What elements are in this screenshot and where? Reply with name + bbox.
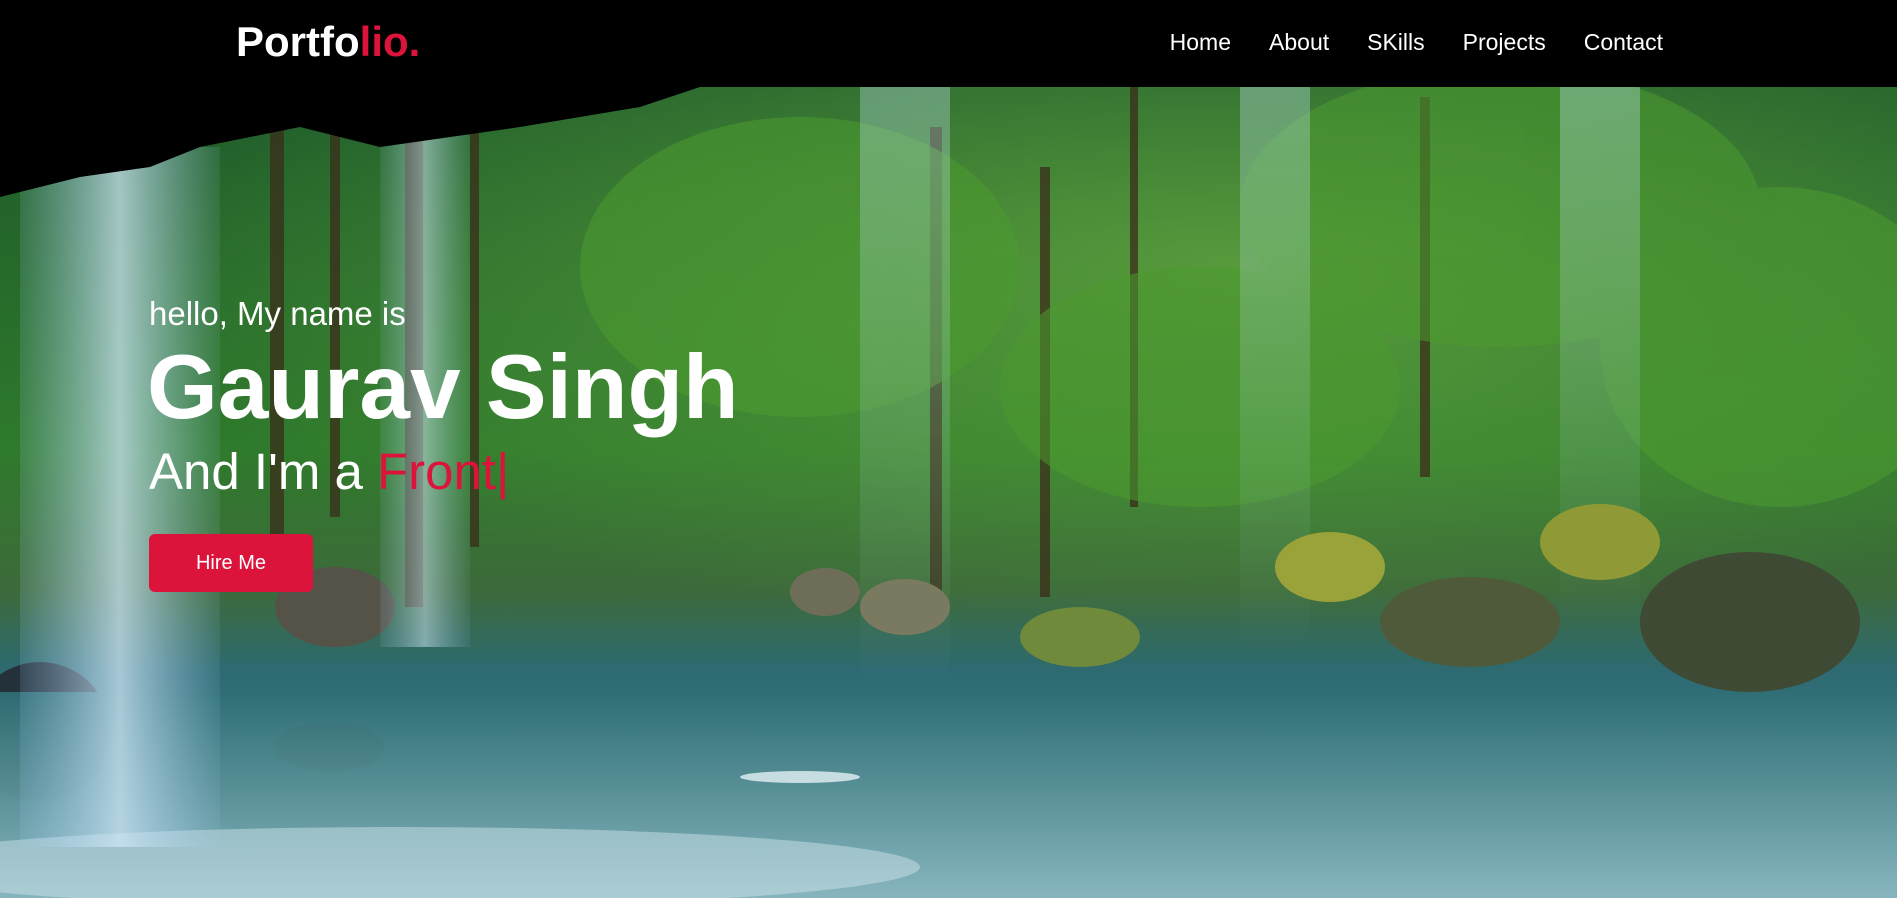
hero-greeting: hello, My name is	[149, 295, 406, 332]
brand-text: Portfo	[236, 18, 360, 65]
hire-me-button[interactable]: Hire Me	[149, 534, 313, 592]
nav-link-skills[interactable]: SKills	[1367, 26, 1425, 58]
nav-link-projects[interactable]: Projects	[1463, 26, 1546, 58]
nav-link-about[interactable]: About	[1269, 26, 1329, 58]
brand-accent-text: lio.	[359, 18, 421, 65]
typing-cursor: |	[496, 443, 510, 500]
navbar: Portfolio. Home About SKills Projects Co…	[0, 0, 1897, 87]
hero-section: hello, My name is Gaurav Singh And I'm a…	[0, 87, 1897, 898]
hero-content: hello, My name is Gaurav Singh And I'm a…	[147, 294, 739, 592]
role-typed-text: Front	[377, 443, 497, 500]
nav-menu: Home About SKills Projects Contact	[1132, 26, 1663, 58]
hero-name: Gaurav Singh	[147, 337, 739, 438]
nav-link-home[interactable]: Home	[1170, 26, 1231, 58]
nav-link-contact[interactable]: Contact	[1584, 26, 1663, 58]
hero-role: And I'm a Front|	[149, 442, 739, 502]
role-prefix: And I'm a	[149, 443, 378, 500]
brand-logo[interactable]: Portfolio.	[236, 18, 420, 66]
